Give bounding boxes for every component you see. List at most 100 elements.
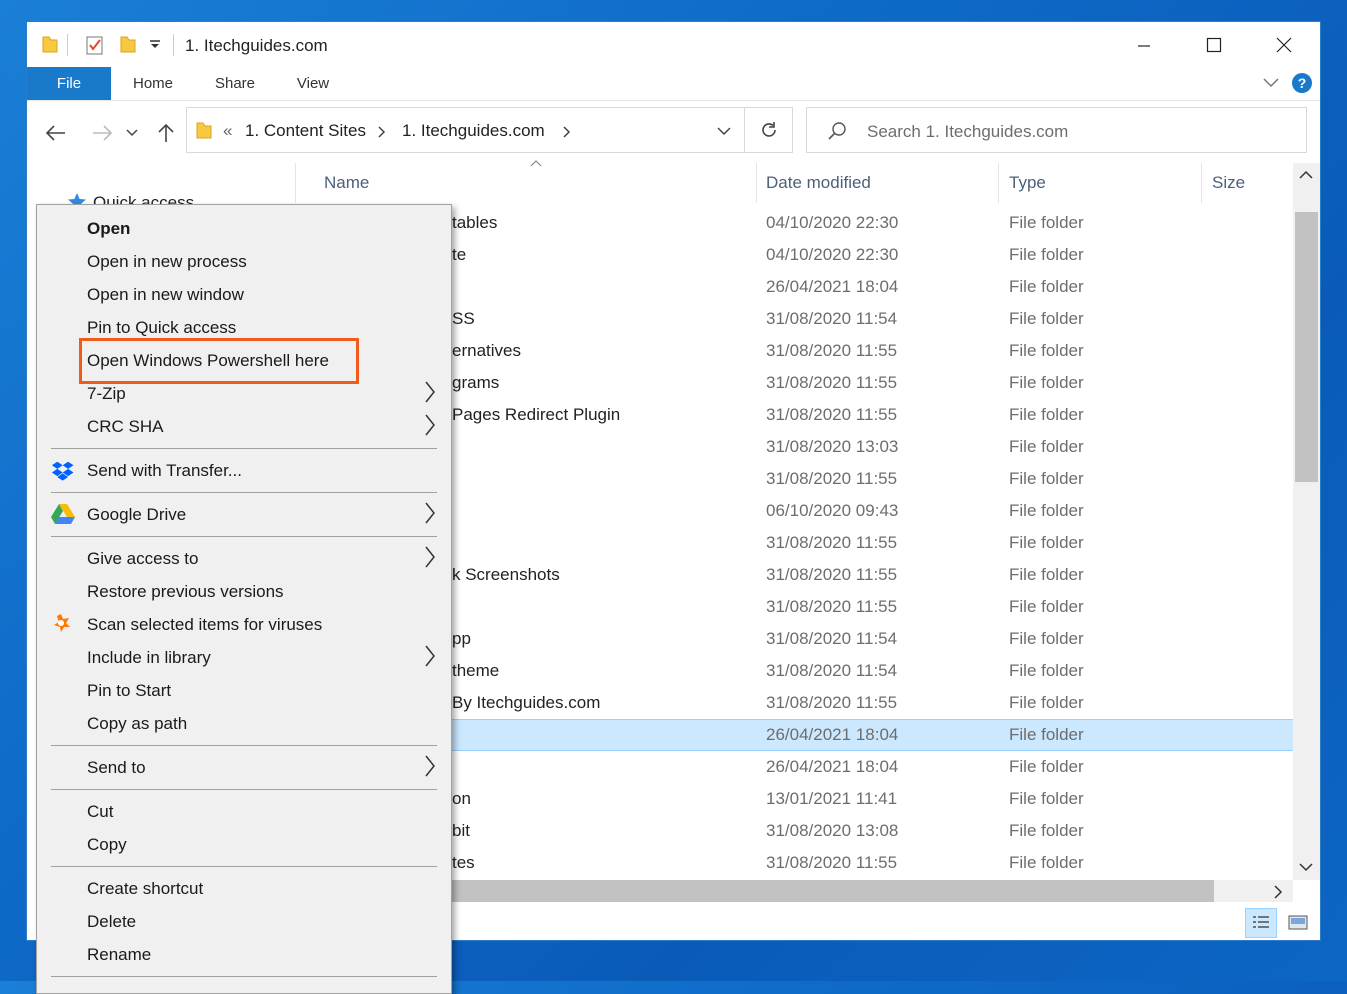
menu-item-restore-versions[interactable]: Restore previous versions [87,582,284,602]
forward-arrow-icon [93,125,113,141]
tab-file[interactable]: File [27,67,111,100]
menu-item-rename[interactable]: Rename [87,945,151,965]
column-divider[interactable] [756,163,757,203]
search-input[interactable]: Search 1. Itechguides.com [806,107,1307,153]
address-dropdown-icon[interactable] [717,127,731,136]
file-date: 31/08/2020 11:55 [766,373,898,392]
menu-item-cut[interactable]: Cut [87,802,113,822]
chevron-right-icon[interactable] [378,126,386,138]
tab-view[interactable]: View [285,67,341,100]
submenu-arrow-icon [425,645,435,667]
file-date: 26/04/2021 18:04 [766,757,899,776]
chevron-right-icon[interactable] [563,126,571,138]
file-type: File folder [1009,693,1084,712]
tab-share[interactable]: Share [205,67,265,100]
chevron-down-icon [126,129,138,137]
file-date: 31/08/2020 11:55 [766,565,898,584]
divider [173,34,174,56]
scroll-down-icon[interactable] [1299,862,1313,872]
file-name: By Itechguides.com [452,693,601,712]
file-type: File folder [1009,277,1084,296]
customize-qa-toolbar-icon[interactable] [149,40,161,50]
file-date: 31/08/2020 11:55 [766,341,898,360]
dropbox-icon [51,461,74,481]
refresh-button[interactable] [745,107,793,153]
file-type: File folder [1009,565,1084,584]
menu-item-scan-viruses[interactable]: Scan selected items for viruses [87,615,322,635]
search-placeholder: Search 1. Itechguides.com [867,122,1069,141]
menu-item-send-to[interactable]: Send to [87,758,146,778]
properties-icon[interactable] [85,34,105,56]
file-type: File folder [1009,405,1084,424]
forward-button[interactable] [87,118,117,148]
file-date: 31/08/2020 11:55 [766,469,898,488]
details-view-icon [1253,916,1269,928]
menu-item-send-with-transfer[interactable]: Send with Transfer... [87,461,242,481]
menu-item-open[interactable]: Open [87,219,130,239]
file-type: File folder [1009,437,1084,456]
file-type: File folder [1009,533,1084,552]
file-type: File folder [1009,213,1084,232]
column-header-name[interactable]: Name [324,173,369,193]
expand-ribbon-icon[interactable] [1262,77,1280,89]
breadcrumb-content-sites[interactable]: 1. Content Sites [245,121,366,141]
tab-home[interactable]: Home [123,67,183,100]
menu-item-delete[interactable]: Delete [87,912,136,932]
file-name: tables [452,213,498,232]
scroll-right-icon[interactable] [1273,885,1283,899]
breadcrumb-overflow[interactable]: « [223,121,232,141]
menu-separator [51,536,437,537]
file-date: 31/08/2020 11:55 [766,405,898,424]
file-name: SS [452,309,475,328]
menu-item-give-access[interactable]: Give access to [87,549,199,569]
large-icons-view-button[interactable] [1283,908,1313,938]
google-drive-icon [51,504,75,524]
up-arrow-icon [158,123,174,142]
column-header-size[interactable]: Size [1212,173,1245,193]
new-folder-icon[interactable] [119,34,137,54]
file-date: 31/08/2020 11:55 [766,693,898,712]
menu-item-google-drive[interactable]: Google Drive [87,505,186,525]
recent-locations-button[interactable] [122,118,142,148]
column-header-date-modified[interactable]: Date modified [766,173,871,193]
breadcrumb-itechguides[interactable]: 1. Itechguides.com [402,121,545,141]
vertical-scroll-thumb[interactable] [1295,212,1318,482]
file-date: 31/08/2020 13:03 [766,437,899,456]
menu-separator [51,492,437,493]
column-divider[interactable] [998,163,999,203]
scroll-up-icon[interactable] [1299,170,1313,180]
minimize-button[interactable] [1109,22,1179,67]
menu-separator [51,866,437,867]
avast-icon [54,614,70,632]
details-view-button[interactable] [1245,908,1277,938]
column-header-type[interactable]: Type [1009,173,1046,193]
menu-item-copy-as-path[interactable]: Copy as path [87,714,187,734]
close-button[interactable] [1249,22,1319,67]
file-type: File folder [1009,757,1084,776]
menu-item-crc-sha[interactable]: CRC SHA [87,417,164,437]
up-button[interactable] [151,118,181,148]
menu-item-pin-quick-access[interactable]: Pin to Quick access [87,318,236,338]
file-type: File folder [1009,309,1084,328]
file-type: File folder [1009,469,1084,488]
menu-item-open-new-window[interactable]: Open in new window [87,285,244,305]
address-bar[interactable]: « 1. Content Sites 1. Itechguides.com [186,107,745,153]
column-divider[interactable] [1201,163,1202,203]
menu-item-7zip[interactable]: 7-Zip [87,384,126,404]
maximize-button[interactable] [1179,22,1249,67]
menu-item-pin-start[interactable]: Pin to Start [87,681,171,701]
back-button[interactable] [41,118,71,148]
file-date: 31/08/2020 11:54 [766,629,898,648]
file-type: File folder [1009,629,1084,648]
help-icon[interactable]: ? [1291,72,1313,94]
file-date: 31/08/2020 11:55 [766,533,898,552]
folder-icon[interactable] [41,34,59,54]
menu-item-copy[interactable]: Copy [87,835,127,855]
menu-item-create-shortcut[interactable]: Create shortcut [87,879,203,899]
file-name: ernatives [452,341,521,360]
file-name: k Screenshots [452,565,560,584]
menu-item-include-library[interactable]: Include in library [87,648,211,668]
menu-item-open-new-process[interactable]: Open in new process [87,252,247,272]
file-type: File folder [1009,853,1084,872]
refresh-icon [761,122,776,137]
